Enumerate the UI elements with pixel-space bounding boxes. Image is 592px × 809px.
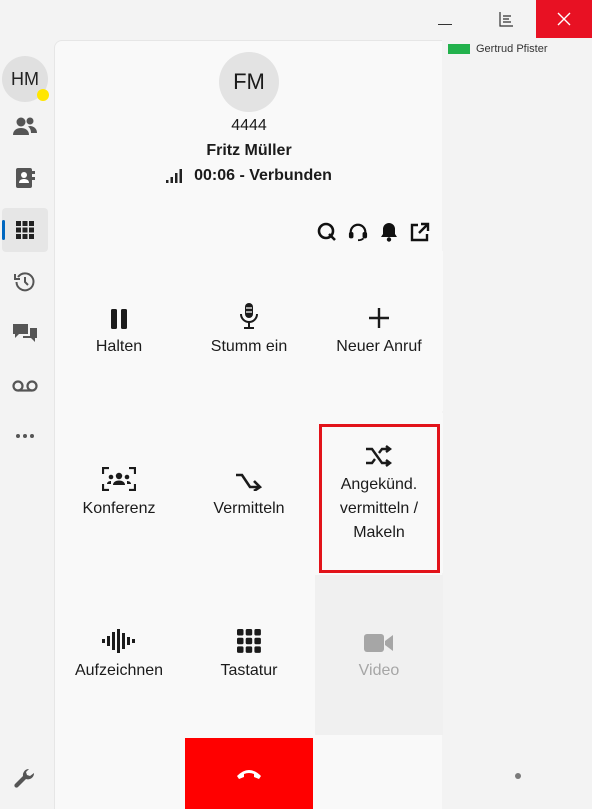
hangup-button[interactable] (185, 738, 313, 809)
nav-rail: HM (0, 38, 52, 809)
caller-number: 4444 (231, 117, 267, 134)
call-toolbar (317, 222, 430, 242)
agent-name: Gertrud Pfister (476, 43, 548, 55)
restore-icon (499, 12, 513, 27)
conference-button[interactable]: Konferenz (55, 413, 183, 573)
transfer-icon (236, 473, 263, 491)
microphone-icon (240, 303, 258, 329)
nav-address-book[interactable] (2, 156, 48, 200)
agent-status: Gertrud Pfister (448, 43, 548, 55)
chat-icon (13, 324, 37, 342)
caller-avatar: FM (219, 52, 279, 112)
minimize-button[interactable] (422, 0, 468, 38)
settings-button[interactable] (14, 768, 36, 795)
presence-indicator (37, 89, 49, 101)
plus-icon (369, 308, 389, 328)
close-icon (557, 12, 571, 26)
record-waveform-icon (102, 629, 135, 653)
queue-icon (317, 222, 336, 241)
nav-voicemail[interactable] (2, 364, 48, 408)
pager-dot[interactable] (515, 773, 521, 779)
popout-button[interactable] (410, 222, 430, 242)
keypad-button[interactable]: Tastatur (185, 575, 313, 735)
record-button[interactable]: Aufzeichnen (55, 575, 183, 735)
voicemail-icon (12, 380, 38, 392)
headset-button[interactable] (348, 222, 368, 242)
address-book-icon (16, 168, 35, 188)
video-label: Video (358, 662, 400, 679)
hold-button[interactable]: Halten (55, 251, 183, 411)
caller-name: Fritz Müller (206, 142, 292, 159)
hold-label: Halten (95, 338, 143, 355)
video-icon (364, 634, 393, 652)
nav-history[interactable] (2, 260, 48, 304)
nav-dialpad[interactable] (2, 208, 48, 252)
popout-icon (410, 222, 430, 242)
highlight-frame (319, 424, 440, 573)
minimize-icon (438, 23, 452, 25)
nav-contacts[interactable] (2, 104, 48, 148)
notifications-button[interactable] (379, 222, 399, 242)
hangup-icon (237, 770, 261, 779)
new-call-label: Neuer Anruf (336, 338, 422, 355)
transfer-button[interactable]: Vermitteln (185, 413, 313, 573)
history-icon (14, 272, 35, 292)
user-initials: HM (11, 68, 39, 89)
transfer-label: Vermitteln (213, 500, 285, 517)
signal-strength-icon (166, 169, 183, 183)
video-button[interactable]: Video (315, 575, 443, 735)
headset-icon (348, 223, 368, 242)
pause-icon (111, 309, 127, 329)
bell-icon (381, 223, 397, 242)
nav-chat[interactable] (2, 312, 48, 356)
contacts-icon (13, 117, 37, 135)
conference-icon (102, 467, 136, 491)
keypad-label: Tastatur (220, 662, 278, 679)
agent-status-led (448, 44, 470, 54)
mute-button[interactable]: Stumm ein (185, 251, 313, 411)
active-indicator (2, 220, 5, 240)
title-bar (0, 0, 592, 38)
close-button[interactable] (536, 0, 592, 38)
caller-initials: FM (233, 69, 265, 94)
new-call-button[interactable]: Neuer Anruf (315, 251, 443, 411)
call-status: 00:06 - Verbunden (55, 167, 443, 185)
keypad-icon (237, 629, 261, 653)
queue-button[interactable] (317, 222, 337, 242)
call-status-text: 00:06 - Verbunden (194, 167, 332, 184)
wrench-icon (14, 768, 35, 788)
conference-label: Konferenz (82, 500, 156, 517)
mute-label: Stumm ein (210, 338, 288, 355)
restore-button[interactable] (483, 0, 529, 38)
dialpad-icon (16, 221, 34, 239)
more-icon (16, 434, 34, 438)
nav-more[interactable] (2, 414, 48, 458)
record-label: Aufzeichnen (74, 662, 164, 679)
